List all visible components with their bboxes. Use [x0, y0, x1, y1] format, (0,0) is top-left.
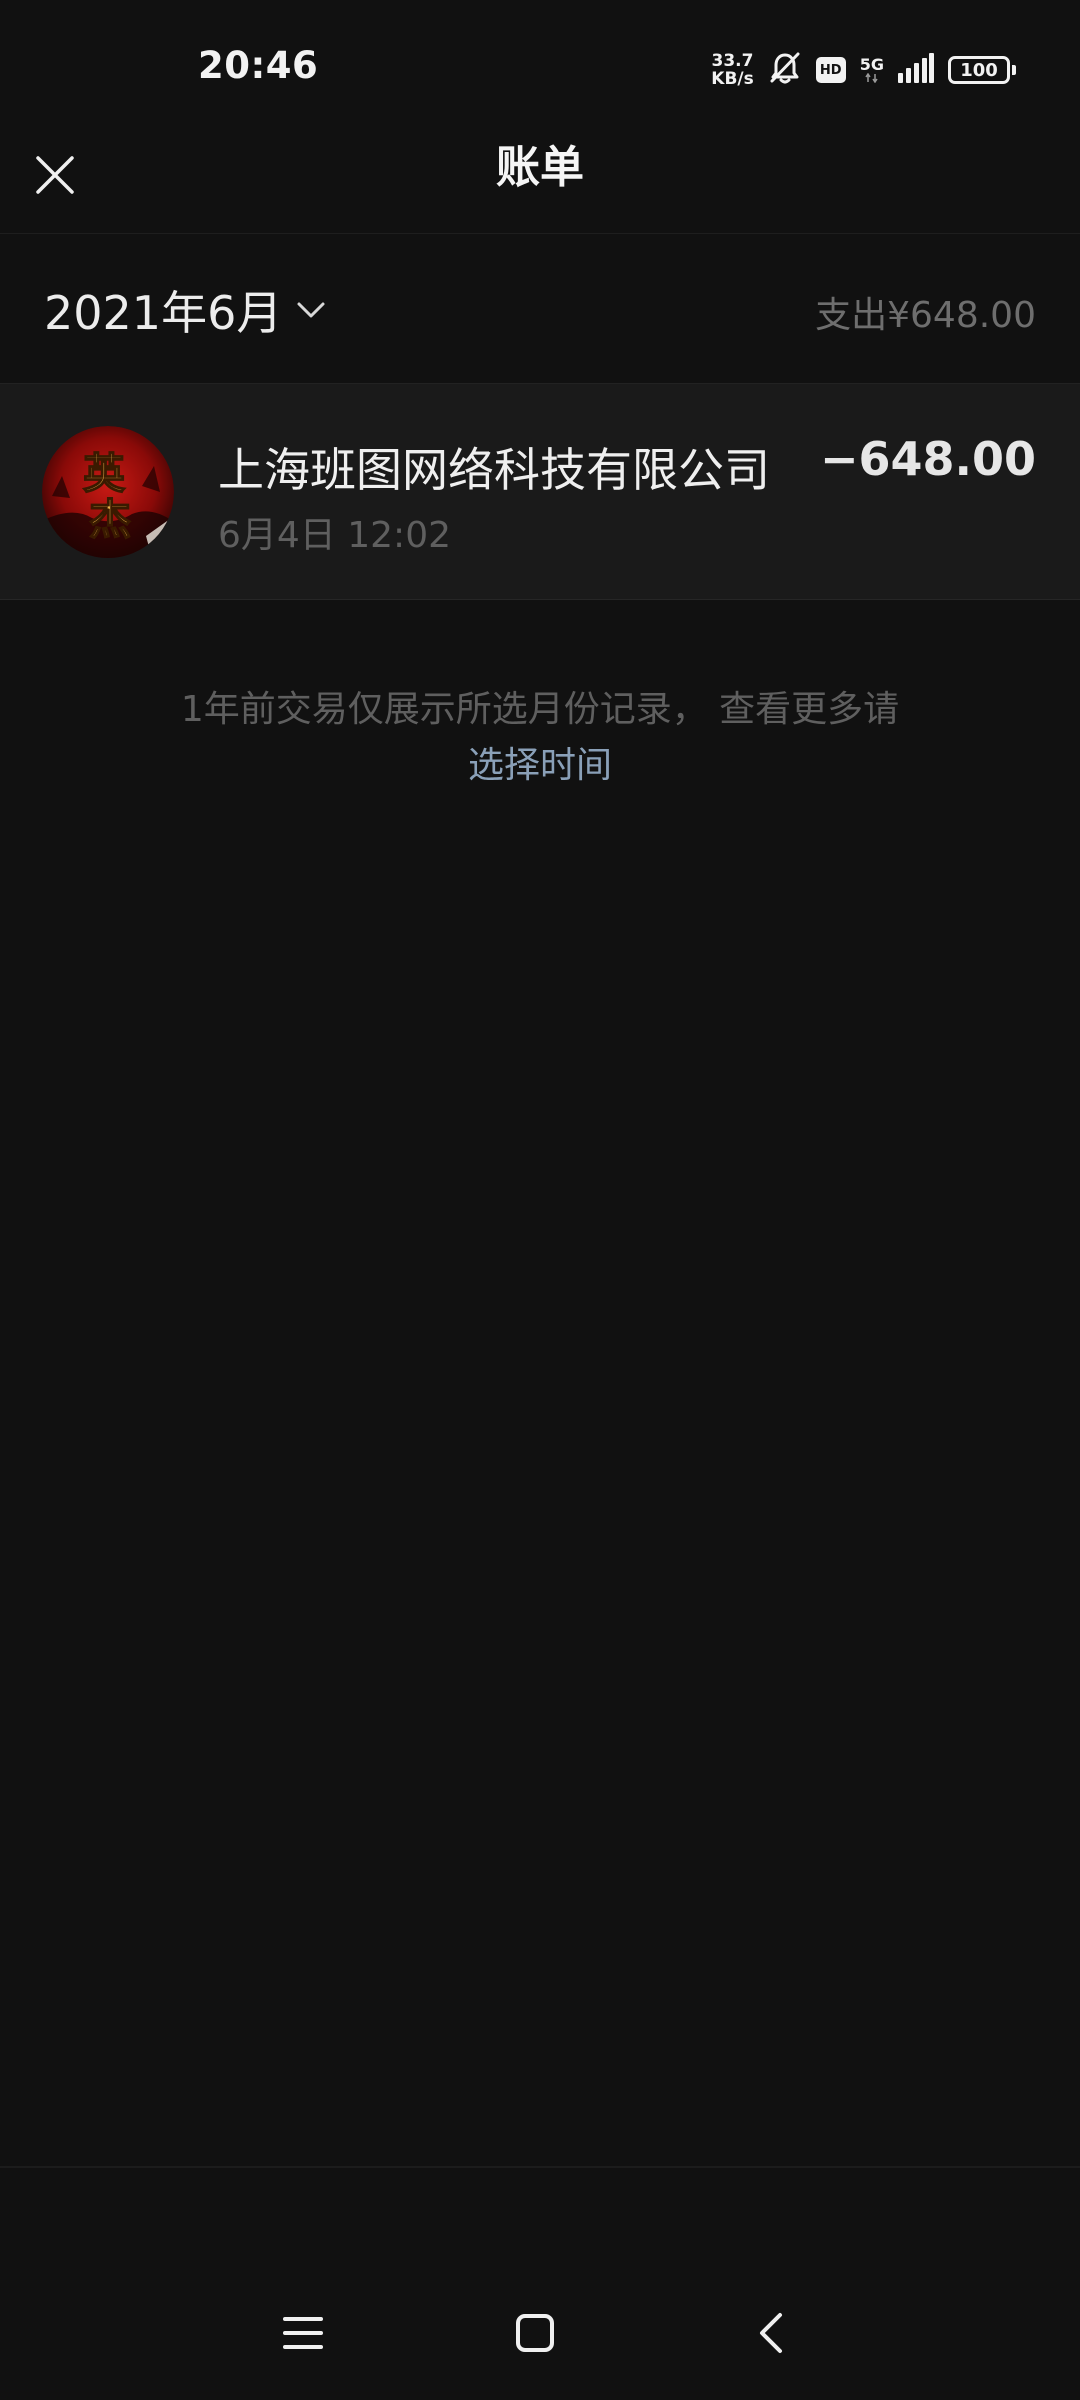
expense-total: 支出¥648.00: [815, 295, 1036, 336]
avatar-text-1: 英: [83, 449, 126, 498]
transaction-row[interactable]: 英 杰 上海班图网络科技有限公司 6月4日 12:02 −648.00: [0, 384, 1080, 600]
avatar-text-2: 杰: [89, 495, 131, 544]
status-time: 20:46: [198, 44, 319, 87]
transaction-amount: −648.00: [819, 432, 1036, 486]
back-icon: [760, 2313, 782, 2353]
system-nav-bar: [0, 2168, 1080, 2400]
chevron-down-icon: [297, 302, 325, 318]
data-arrows-icon: [865, 73, 878, 83]
merchant-avatar: 英 杰: [42, 426, 174, 558]
bell-off-icon: [768, 51, 802, 89]
hd-icon: HD: [815, 57, 846, 83]
net-speed-unit: KB/s: [711, 69, 754, 89]
month-bar: 2021年6月 支出¥648.00: [0, 234, 1080, 384]
header: 账单: [0, 140, 1080, 234]
select-time-link[interactable]: 选择时间: [468, 738, 612, 794]
net-speed: 33.7 KB/s: [711, 52, 753, 88]
network-type: 5G: [860, 57, 884, 83]
status-icons: 33.7 KB/s HD 5G 100: [711, 48, 1016, 92]
month-label: 2021年6月: [44, 286, 283, 340]
month-selector[interactable]: 2021年6月: [44, 278, 326, 342]
back-button[interactable]: [736, 2298, 806, 2368]
status-bar: 20:46 33.7 KB/s HD 5G 100: [0, 0, 1080, 140]
notice-text: 1年前交易仅展示所选月份记录， 查看更多请: [180, 689, 900, 730]
menu-button[interactable]: [268, 2298, 338, 2368]
network-label: 5G: [859, 55, 884, 74]
transaction-time: 6月4日 12:02: [218, 515, 451, 556]
page-title: 账单: [496, 142, 584, 193]
signal-icon: [898, 53, 934, 87]
home-icon: [516, 2314, 554, 2352]
menu-icon: [283, 2317, 323, 2349]
battery-level: 100: [948, 56, 1010, 84]
history-notice: 1年前交易仅展示所选月份记录， 查看更多请 选择时间: [0, 682, 1080, 794]
battery-icon: 100: [948, 56, 1016, 84]
home-button[interactable]: [500, 2298, 570, 2368]
net-speed-value: 33.7: [711, 51, 754, 71]
close-icon: [36, 156, 74, 194]
close-button[interactable]: [28, 148, 82, 202]
merchant-name: 上海班图网络科技有限公司: [218, 443, 770, 497]
